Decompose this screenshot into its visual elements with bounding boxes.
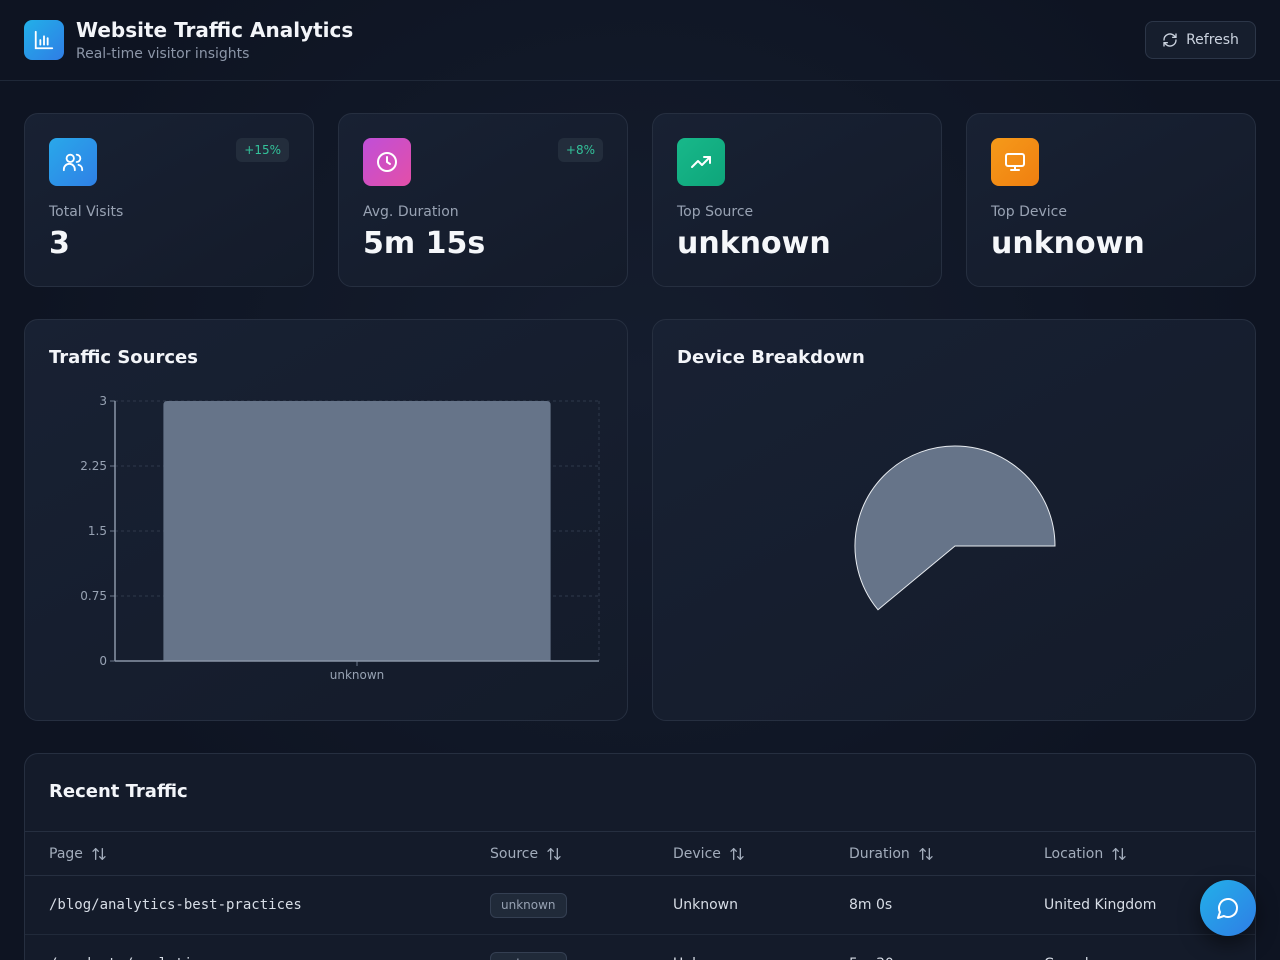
recent-traffic-title: Recent Traffic: [49, 781, 188, 802]
column-header-page[interactable]: Page: [49, 832, 107, 876]
stat-value: 3: [49, 226, 70, 261]
column-label: Location: [1044, 846, 1104, 862]
trending-up-icon: [691, 156, 711, 168]
y-tick-label: 2.25: [80, 459, 107, 473]
column-label: Duration: [849, 846, 910, 862]
stat-value: unknown: [677, 226, 831, 261]
y-tick-label: 3: [99, 394, 107, 408]
column-label: Source: [490, 846, 539, 862]
cell-device: Unknown: [673, 897, 738, 913]
app-title: Website Traffic Analytics: [76, 18, 354, 42]
table-row[interactable]: /products/analytics unknown Unknown 5m 3…: [25, 935, 1255, 960]
stat-icon-container: [677, 138, 725, 186]
cell-source: unknown: [490, 876, 567, 934]
cell-location: Canada: [1044, 935, 1097, 960]
app-subtitle: Real-time visitor insights: [76, 46, 250, 62]
stat-label: Top Source: [677, 204, 754, 220]
chat-button[interactable]: [1200, 880, 1256, 936]
device-breakdown-pie-chart: [854, 445, 1056, 611]
column-header-location[interactable]: Location: [1044, 832, 1127, 876]
sort-icon: [730, 848, 744, 860]
stat-change-badge: +15%: [236, 138, 289, 162]
cell-duration: 5m 30s: [849, 935, 901, 960]
clock-icon: [377, 152, 397, 172]
cell-page: /products/analytics: [49, 935, 209, 960]
device-breakdown-panel: Device Breakdown: [652, 319, 1256, 721]
cell-duration: 8m 0s: [849, 897, 893, 913]
table-header: Page Source Device Duration Location: [25, 831, 1255, 876]
y-tick-label: 0: [99, 654, 107, 668]
refresh-label: Refresh: [1186, 32, 1239, 48]
column-header-device[interactable]: Device: [673, 832, 745, 876]
refresh-icon: [1163, 33, 1177, 47]
table-row[interactable]: /blog/analytics-best-practices unknown U…: [25, 876, 1255, 935]
stat-card-top-device: Top Device unknown: [966, 113, 1256, 287]
cell-device: Unknown: [673, 935, 738, 960]
stat-value: unknown: [991, 226, 1145, 261]
app-header: Website Traffic Analytics Real-time visi…: [0, 0, 1280, 81]
stat-change-badge: +8%: [557, 138, 603, 162]
stat-label: Avg. Duration: [363, 204, 459, 220]
users-icon: [62, 153, 84, 172]
bar-chart-icon: [34, 30, 54, 50]
cell-location: United Kingdom: [1044, 897, 1157, 913]
traffic-sources-bar-chart: 0 0.75 1.5 2.25 3 unknown: [80, 394, 600, 682]
sort-icon: [1112, 848, 1126, 860]
traffic-sources-panel: Traffic Sources 0 0.75 1.5 2.25 3 unknown: [24, 319, 628, 721]
y-tick-label: 1.5: [88, 524, 107, 538]
column-header-duration[interactable]: Duration: [849, 832, 934, 876]
stat-label: Top Device: [991, 204, 1067, 220]
sort-icon: [547, 848, 561, 860]
stat-value: 5m 15s: [363, 226, 486, 261]
column-label: Page: [49, 846, 83, 862]
sort-icon: [919, 848, 933, 860]
column-label: Device: [673, 846, 721, 862]
stat-icon-container: [49, 138, 97, 186]
stat-card-total-visits: +15% Total Visits 3: [24, 113, 314, 287]
stat-label: Total Visits: [49, 204, 124, 220]
source-badge: unknown: [490, 951, 567, 960]
stat-icon-container: [363, 138, 411, 186]
x-tick-label: unknown: [330, 668, 385, 682]
monitor-icon: [1005, 153, 1025, 171]
stat-icon-container: [991, 138, 1039, 186]
cell-source: unknown: [490, 935, 567, 960]
stat-card-top-source: Top Source unknown: [652, 113, 942, 287]
sort-icon: [92, 848, 106, 860]
column-header-source[interactable]: Source: [490, 832, 562, 876]
bar: [163, 401, 551, 661]
cell-page: /blog/analytics-best-practices: [49, 897, 302, 913]
stat-card-avg-duration: +8% Avg. Duration 5m 15s: [338, 113, 628, 287]
pie-slice: [854, 445, 1056, 611]
refresh-button[interactable]: Refresh: [1145, 21, 1256, 59]
source-badge: unknown: [490, 892, 567, 918]
chat-bubble-icon: [1217, 898, 1238, 919]
recent-traffic-panel: Recent Traffic Page Source Device Durati…: [24, 753, 1256, 960]
y-tick-label: 0.75: [80, 589, 107, 603]
app-logo: [24, 20, 64, 60]
